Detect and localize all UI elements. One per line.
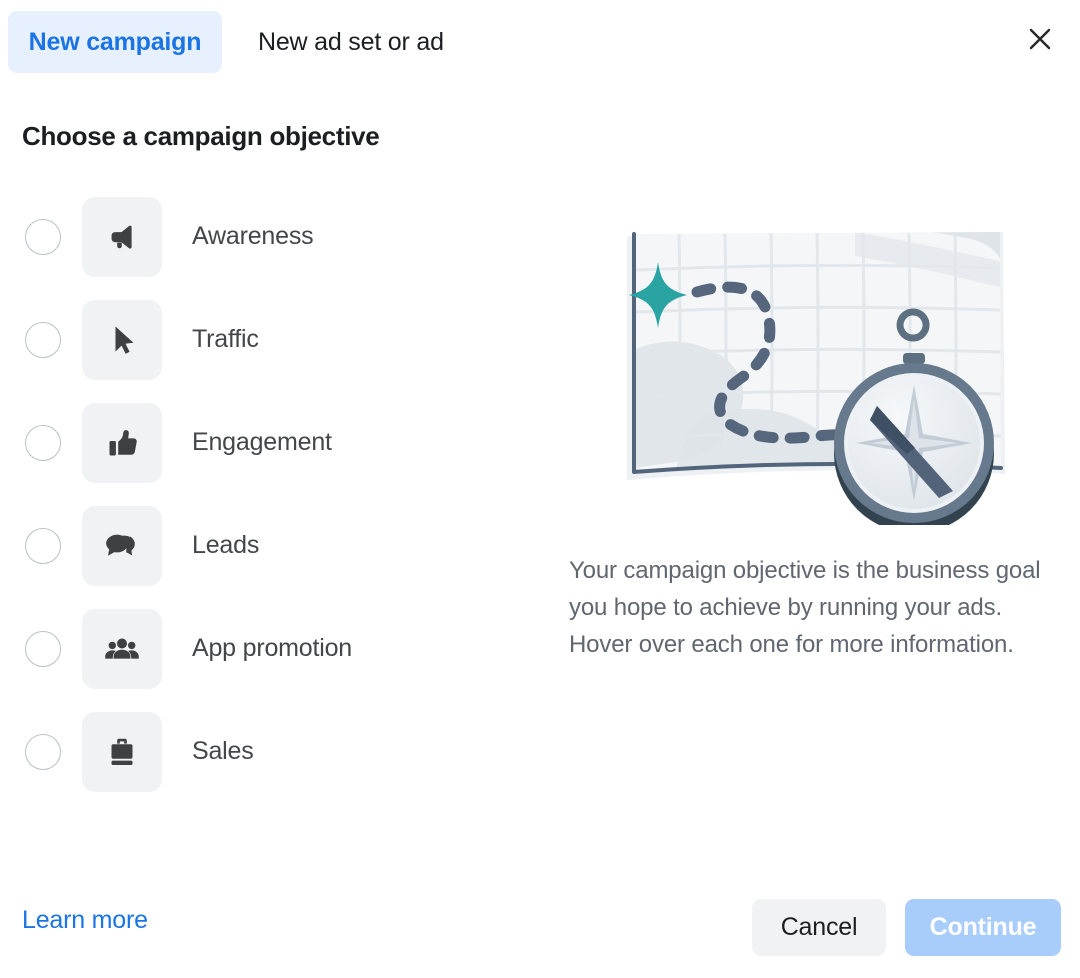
objective-row-traffic[interactable]: Traffic [0, 288, 540, 391]
dialog-footer: Learn more Cancel Continue [0, 890, 1080, 978]
continue-button[interactable]: Continue [905, 899, 1061, 956]
objective-label: Traffic [192, 325, 259, 353]
objective-row-sales[interactable]: Sales [0, 700, 540, 803]
objective-label: Awareness [192, 222, 314, 250]
objective-info-panel: Your campaign objective is the business … [555, 200, 1055, 658]
speech-bubbles-icon [82, 505, 162, 586]
radio-app-promotion[interactable] [25, 630, 61, 667]
objective-row-leads[interactable]: Leads [0, 494, 540, 597]
briefcase-icon [82, 711, 162, 792]
page-title: Choose a campaign objective [22, 121, 380, 151]
objective-description: Your campaign objective is the business … [569, 557, 1041, 658]
objective-label: App promotion [192, 634, 352, 662]
campaign-objective-dialog: New campaign New ad set or ad Choose a c… [0, 0, 1080, 978]
objective-row-app-promotion[interactable]: App promotion [0, 597, 540, 700]
objective-label: Engagement [192, 428, 332, 456]
radio-traffic[interactable] [25, 321, 61, 358]
objective-radio-group: Awareness Traffic Engagement Leads App p… [0, 185, 540, 803]
radio-awareness[interactable] [25, 218, 61, 255]
map-with-compass-illustration [555, 200, 1055, 525]
radio-engagement[interactable] [25, 424, 61, 461]
megaphone-icon [82, 196, 162, 277]
objective-label: Leads [192, 531, 260, 559]
objective-label: Sales [192, 737, 254, 765]
learn-more-link[interactable]: Learn more [22, 906, 148, 935]
tab-new-campaign[interactable]: New campaign [8, 11, 222, 73]
objective-row-engagement[interactable]: Engagement [0, 391, 540, 494]
cancel-button[interactable]: Cancel [752, 899, 886, 956]
close-icon [1026, 25, 1054, 56]
objective-row-awareness[interactable]: Awareness [0, 185, 540, 288]
thumbs-up-icon [82, 402, 162, 483]
people-group-icon [82, 608, 162, 689]
radio-leads[interactable] [25, 527, 61, 564]
tab-new-ad-set-or-ad[interactable]: New ad set or ad [236, 11, 466, 73]
close-button[interactable] [1016, 16, 1064, 64]
radio-sales[interactable] [25, 733, 61, 770]
dialog-header: New campaign New ad set or ad [0, 0, 1080, 85]
cursor-arrow-icon [82, 299, 162, 380]
